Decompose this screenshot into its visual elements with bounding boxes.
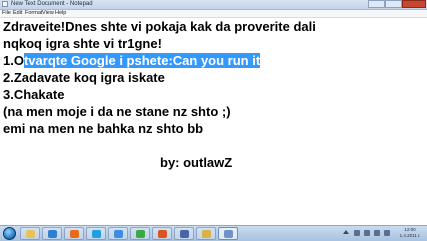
notepad-icon[interactable]: [218, 227, 238, 240]
menu-file[interactable]: File: [2, 10, 11, 17]
selected-text: tvarqte Google i pshete:Can you run it: [23, 53, 261, 68]
volume-icon[interactable]: [364, 230, 370, 236]
start-button[interactable]: [3, 227, 16, 240]
minimize-button[interactable]: [368, 0, 385, 8]
language-icon[interactable]: [374, 230, 380, 236]
text-line: Zdraveite!Dnes shte vi pokaja kak da pro…: [3, 19, 316, 34]
flag-icon[interactable]: [384, 230, 390, 236]
network-icon[interactable]: [354, 230, 360, 236]
media-icon[interactable]: [174, 227, 194, 240]
text-line: nqkoq igra shte vi tr1gne!: [3, 36, 162, 51]
clock-date: 1.4.2011 г.: [399, 233, 421, 238]
title-bar[interactable]: New Text Document - Notepad: [0, 0, 427, 10]
firefox-icon-2[interactable]: [152, 227, 172, 240]
signature-line: by: outlawZ: [160, 155, 233, 170]
folder-icon[interactable]: [196, 227, 216, 240]
firefox-icon[interactable]: [64, 227, 84, 240]
text-line: 2.Zadavate koq igra iskate: [3, 70, 165, 85]
notepad-app-icon: [2, 1, 8, 7]
text-line: emi na men ne bahka nz shto bb: [3, 121, 204, 136]
menu-edit[interactable]: Edit: [13, 10, 22, 17]
clock[interactable]: 12:00 1.4.2011 г.: [398, 227, 422, 239]
skype-icon[interactable]: [86, 227, 106, 240]
text-line: 1.Otvarqte Google i pshete:Can you run i…: [3, 52, 261, 69]
chrome-icon[interactable]: [130, 227, 150, 240]
menu-bar: File Edit Format View Help: [0, 10, 427, 18]
explorer-icon[interactable]: [20, 227, 40, 240]
window-title: New Text Document - Notepad: [11, 1, 93, 7]
text-fragment: 1.O: [3, 53, 24, 68]
text-line: (na men moje i da ne stane nz shto ;): [3, 104, 231, 119]
text-editor[interactable]: Zdraveite!Dnes shte vi pokaja kak da pro…: [0, 18, 427, 225]
menu-view[interactable]: View: [42, 10, 54, 17]
taskbar: 12:00 1.4.2011 г.: [0, 225, 427, 241]
menu-help[interactable]: Help: [55, 10, 66, 17]
media-player-icon[interactable]: [42, 227, 62, 240]
tray-expand-icon[interactable]: [343, 230, 349, 234]
menu-format[interactable]: Format: [25, 10, 42, 17]
text-line: 3.Chakate: [3, 87, 65, 102]
maximize-button[interactable]: [385, 0, 402, 8]
browser-icon[interactable]: [108, 227, 128, 240]
close-button[interactable]: [402, 0, 426, 8]
